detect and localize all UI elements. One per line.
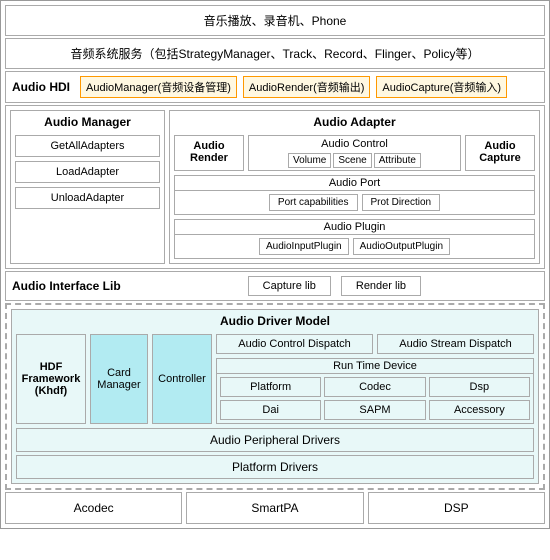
ctrl-badge-attribute: Attribute <box>374 153 421 168</box>
platform-drivers-bar: Platform Drivers <box>16 455 534 479</box>
audio-manager-title: Audio Manager <box>15 115 160 129</box>
music-bar: 音乐播放、录音机、Phone <box>5 5 545 36</box>
runtime-grid: Platform Codec Dsp Dai SAPM Accessory <box>217 374 533 423</box>
iface-items: Capture lib Render lib <box>131 276 538 296</box>
audio-port-box: Audio Port Port capabilities Prot Direct… <box>174 175 535 215</box>
runtime-item-4: SAPM <box>324 400 425 420</box>
iface-item-0: Capture lib <box>248 276 331 296</box>
services-label: 音频系统服务（包括StrategyManager、Track、Record、Fl… <box>71 47 480 61</box>
controller-label: Controller <box>158 373 206 385</box>
hdi-badge-manager: AudioManager(音频设备管理) <box>80 76 237 98</box>
manager-item-0: GetAllAdapters <box>15 135 160 157</box>
port-item-1: Prot Direction <box>362 194 441 211</box>
plugin-item-0: AudioInputPlugin <box>259 238 349 255</box>
bottom-item-2: DSP <box>368 492 545 524</box>
driver-top-row: HDFFramework(Khdf) CardManager Controlle… <box>16 334 534 424</box>
runtime-item-5: Accessory <box>429 400 530 420</box>
audio-adapter-title: Audio Adapter <box>174 115 535 129</box>
mid-section: Audio Manager GetAllAdapters LoadAdapter… <box>5 105 545 269</box>
port-items: Port capabilities Prot Direction <box>175 191 534 214</box>
adapter-capture: AudioCapture <box>465 135 535 171</box>
music-label: 音乐播放、录音机、Phone <box>204 14 347 28</box>
audio-manager-box: Audio Manager GetAllAdapters LoadAdapter… <box>10 110 165 264</box>
bottom-row: Acodec SmartPA DSP <box>5 492 545 524</box>
bottom-item-1: SmartPA <box>186 492 363 524</box>
runtime-title: Run Time Device <box>217 359 533 374</box>
hdi-badge-render: AudioRender(音频输出) <box>243 76 371 98</box>
adapter-render: AudioRender <box>174 135 244 171</box>
bottom-item-0: Acodec <box>5 492 182 524</box>
audio-plugin-title: Audio Plugin <box>175 220 534 235</box>
card-manager-box: CardManager <box>90 334 148 424</box>
driver-section: Audio Driver Model HDFFramework(Khdf) Ca… <box>5 303 545 490</box>
runtime-item-1: Codec <box>324 377 425 397</box>
driver-model-title: Audio Driver Model <box>16 314 534 328</box>
iface-lib-row: Audio Interface Lib Capture lib Render l… <box>5 271 545 301</box>
manager-item-2: UnloadAdapter <box>15 187 160 209</box>
hdi-badge-capture: AudioCapture(音频输入) <box>376 76 507 98</box>
plugin-items: AudioInputPlugin AudioOutputPlugin <box>175 235 534 258</box>
runtime-item-0: Platform <box>220 377 321 397</box>
adapter-top: AudioRender Audio Control Volume Scene A… <box>174 135 535 171</box>
manager-item-1: LoadAdapter <box>15 161 160 183</box>
audio-control-box: Audio Control Volume Scene Attribute <box>248 135 461 171</box>
dispatch-runtime-box: Audio Control Dispatch Audio Stream Disp… <box>216 334 534 424</box>
audio-plugin-box: Audio Plugin AudioInputPlugin AudioOutpu… <box>174 219 535 259</box>
hdf-box: HDFFramework(Khdf) <box>16 334 86 424</box>
ctrl-badge-volume: Volume <box>288 153 331 168</box>
hdf-label: HDFFramework(Khdf) <box>22 361 81 397</box>
driver-inner: Audio Driver Model HDFFramework(Khdf) Ca… <box>11 309 539 484</box>
audio-port-title: Audio Port <box>175 176 534 191</box>
main-container: 音乐播放、录音机、Phone 音频系统服务（包括StrategyManager、… <box>0 0 550 529</box>
runtime-box: Run Time Device Platform Codec Dsp Dai S… <box>216 358 534 424</box>
peripheral-bar: Audio Peripheral Drivers <box>16 428 534 452</box>
port-item-0: Port capabilities <box>269 194 358 211</box>
iface-lib-label: Audio Interface Lib <box>12 279 121 293</box>
dispatch-item-control: Audio Control Dispatch <box>216 334 373 354</box>
runtime-item-3: Dai <box>220 400 321 420</box>
hdi-row: Audio HDI AudioManager(音频设备管理) AudioRend… <box>5 71 545 103</box>
controller-box: Controller <box>152 334 212 424</box>
iface-item-1: Render lib <box>341 276 421 296</box>
services-bar: 音频系统服务（包括StrategyManager、Track、Record、Fl… <box>5 38 545 69</box>
audio-adapter-box: Audio Adapter AudioRender Audio Control … <box>169 110 540 264</box>
ctrl-badge-scene: Scene <box>333 153 371 168</box>
runtime-item-2: Dsp <box>429 377 530 397</box>
control-badges: Volume Scene Attribute <box>251 153 458 168</box>
hdi-label: Audio HDI <box>12 80 70 94</box>
audio-control-title: Audio Control <box>251 138 458 150</box>
dispatch-row: Audio Control Dispatch Audio Stream Disp… <box>216 334 534 354</box>
dispatch-item-stream: Audio Stream Dispatch <box>377 334 534 354</box>
plugin-item-1: AudioOutputPlugin <box>353 238 450 255</box>
card-manager-label: CardManager <box>97 367 140 391</box>
